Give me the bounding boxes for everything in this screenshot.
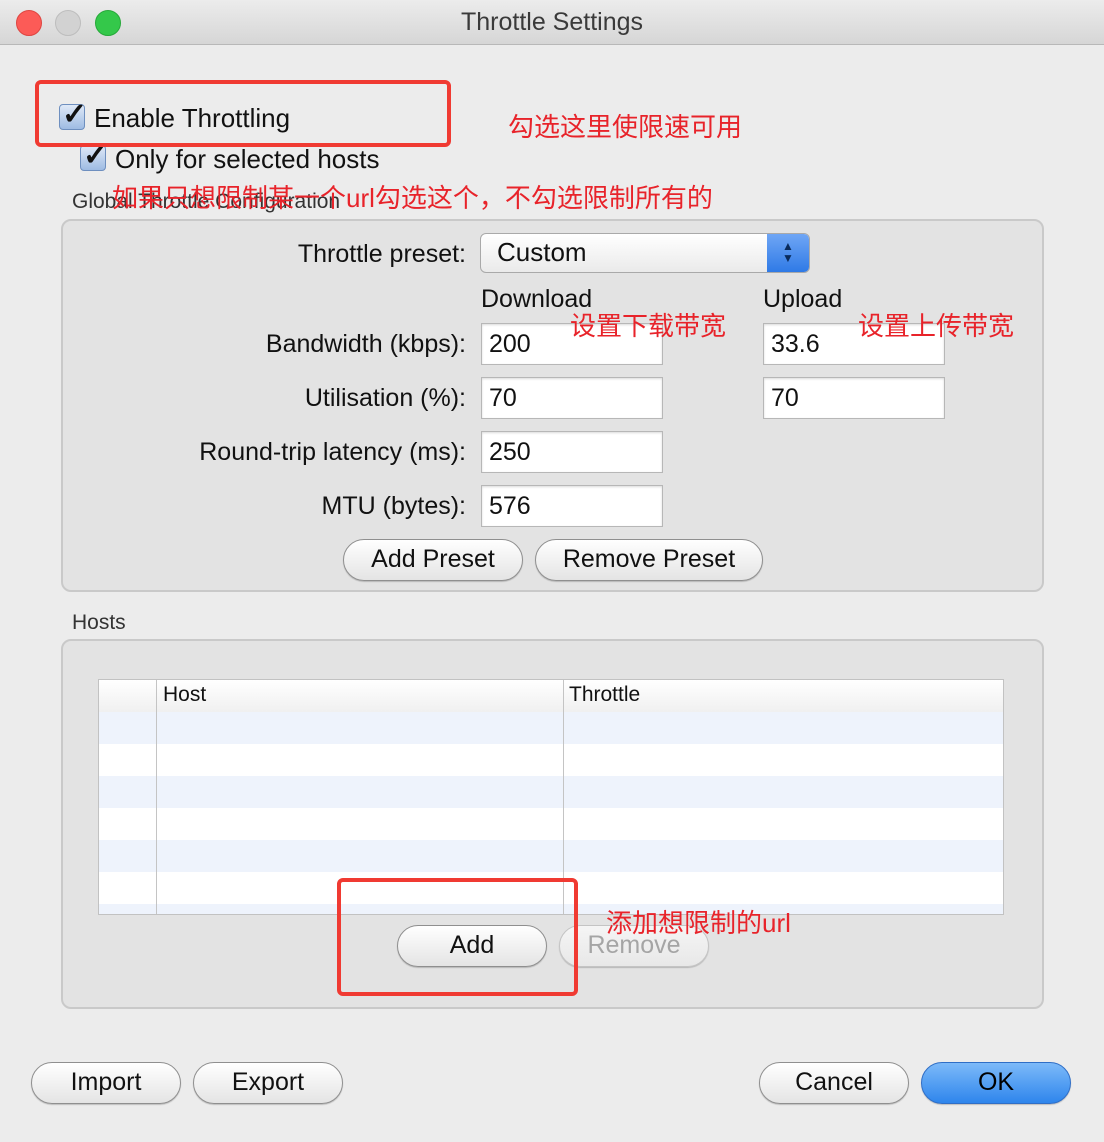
bandwidth-label: Bandwidth (kbps): <box>265 330 466 358</box>
annotation-add-url: 添加想限制的url <box>606 908 791 938</box>
annotation-highlight-box <box>35 80 451 147</box>
table-row[interactable] <box>99 744 1003 776</box>
utilisation-upload-input[interactable]: 70 <box>763 377 945 419</box>
cancel-button[interactable]: Cancel <box>759 1062 909 1104</box>
annotation-upload: 设置上传带宽 <box>858 311 1015 341</box>
latency-input[interactable]: 250 <box>481 431 663 473</box>
annotation-enable: 勾选这里使限速可用 <box>508 112 743 142</box>
add-preset-button[interactable]: Add Preset <box>343 539 523 581</box>
annotation-download: 设置下载带宽 <box>570 311 727 341</box>
annotation-selected-hosts: 如果只想限制某一个url勾选这个，不勾选限制所有的 <box>112 183 713 213</box>
chevron-up-down-icon: ▲ ▼ <box>767 234 809 272</box>
annotation-highlight-box <box>337 878 578 996</box>
table-row[interactable] <box>99 712 1003 744</box>
only-selected-hosts-label[interactable]: Only for selected hosts <box>115 144 379 175</box>
latency-label: Round-trip latency (ms): <box>199 438 466 466</box>
table-row[interactable] <box>99 808 1003 840</box>
ok-button[interactable]: OK <box>921 1062 1071 1104</box>
throttle-preset-label: Throttle preset: <box>297 240 466 268</box>
upload-column-header: Upload <box>763 285 843 313</box>
import-button[interactable]: Import <box>31 1062 181 1104</box>
export-button[interactable]: Export <box>193 1062 343 1104</box>
utilisation-download-input[interactable]: 70 <box>481 377 663 419</box>
mtu-label: MTU (bytes): <box>321 492 466 520</box>
only-selected-hosts-checkbox[interactable]: ✓ <box>80 139 108 172</box>
throttle-preset-select[interactable]: Custom ▲ ▼ <box>480 233 810 273</box>
column-header-host[interactable]: Host <box>163 683 206 707</box>
column-header-throttle[interactable]: Throttle <box>569 683 640 707</box>
title-bar: Throttle Settings <box>0 0 1104 45</box>
remove-preset-button[interactable]: Remove Preset <box>535 539 763 581</box>
utilisation-label: Utilisation (%): <box>304 384 466 412</box>
column-divider <box>156 680 157 914</box>
hosts-table-header: Host Throttle <box>99 680 1003 713</box>
mtu-input[interactable]: 576 <box>481 485 663 527</box>
hosts-group-label: Hosts <box>72 611 126 634</box>
table-row[interactable] <box>99 776 1003 808</box>
window-title: Throttle Settings <box>460 8 644 36</box>
throttle-preset-value: Custom <box>497 237 587 267</box>
table-row[interactable] <box>99 840 1003 872</box>
